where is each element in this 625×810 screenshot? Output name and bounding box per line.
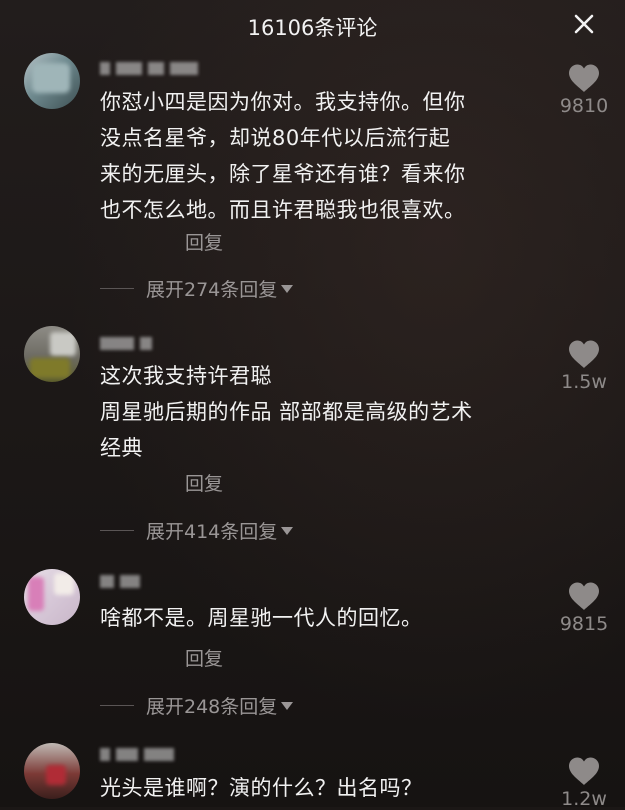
comment-text-line: 经典	[100, 436, 143, 460]
divider	[100, 530, 134, 531]
comment-text-line: 这次我支持许君聪	[100, 364, 272, 388]
username-blurred[interactable]	[100, 335, 152, 351]
heart-icon	[569, 340, 599, 368]
triangle-down-icon	[281, 284, 294, 293]
username-blurred[interactable]	[100, 573, 140, 589]
like-count: 1.5w	[561, 371, 607, 393]
expand-replies-label: 展开414条回复	[146, 521, 278, 543]
comment-text: 你怼小四是因为你对。我支持你。但你 没点名星爷，却说80年代以后流行起 来的无厘…	[100, 84, 540, 228]
comment-text-line: 周星驰后期的作品 部部都是高级的艺术	[100, 400, 473, 424]
avatar[interactable]	[24, 326, 80, 382]
reply-button[interactable]: 回复	[185, 228, 223, 255]
expand-replies-button[interactable]: 展开248条回复	[100, 692, 294, 719]
like-button[interactable]: 9815	[552, 581, 616, 635]
like-button[interactable]: 9810	[552, 63, 616, 117]
triangle-down-icon	[281, 701, 294, 710]
triangle-down-icon	[281, 526, 294, 535]
divider	[100, 288, 134, 289]
comment-text: 这次我支持许君聪 周星驰后期的作品 部部都是高级的艺术 经典	[100, 358, 540, 466]
comments-count-title: 16106条评论	[247, 16, 378, 40]
divider	[100, 705, 134, 706]
comment-text-line: 来的无厘头，除了星爷还有谁？看来你	[100, 162, 466, 186]
comment-text: 光头是谁啊？演的什么？出名吗？	[100, 770, 540, 806]
username-blurred[interactable]	[100, 746, 174, 762]
comments-header: 16106条评论	[0, 0, 625, 50]
expand-replies-button[interactable]: 展开274条回复	[100, 275, 294, 302]
like-count: 9810	[559, 95, 609, 117]
like-button[interactable]: 1.5w	[552, 339, 616, 393]
like-button[interactable]: 1.2w	[552, 756, 616, 810]
like-count: 9815	[559, 613, 609, 635]
avatar[interactable]	[24, 743, 80, 799]
avatar[interactable]	[24, 569, 80, 625]
heart-icon	[569, 64, 599, 92]
comment-text-line: 你怼小四是因为你对。我支持你。但你	[100, 90, 466, 114]
username-blurred[interactable]	[100, 60, 198, 76]
expand-replies-button[interactable]: 展开414条回复	[100, 517, 294, 544]
reply-button[interactable]: 回复	[185, 469, 223, 496]
avatar[interactable]	[24, 53, 80, 109]
reply-button[interactable]: 回复	[185, 644, 223, 671]
heart-icon	[569, 757, 599, 785]
comment-text: 啥都不是。周星驰一代人的回忆。	[100, 600, 540, 636]
comment-text-line: 啥都不是。周星驰一代人的回忆。	[100, 606, 423, 630]
close-icon[interactable]	[573, 13, 595, 35]
comment-text-line: 没点名星爷，却说80年代以后流行起	[100, 126, 451, 150]
heart-icon	[569, 582, 599, 610]
comment-text-line: 也不怎么地。而且许君聪我也很喜欢。	[100, 198, 466, 222]
comment-text-line: 光头是谁啊？演的什么？出名吗？	[100, 776, 423, 800]
expand-replies-label: 展开248条回复	[146, 696, 278, 718]
expand-replies-label: 展开274条回复	[146, 279, 278, 301]
